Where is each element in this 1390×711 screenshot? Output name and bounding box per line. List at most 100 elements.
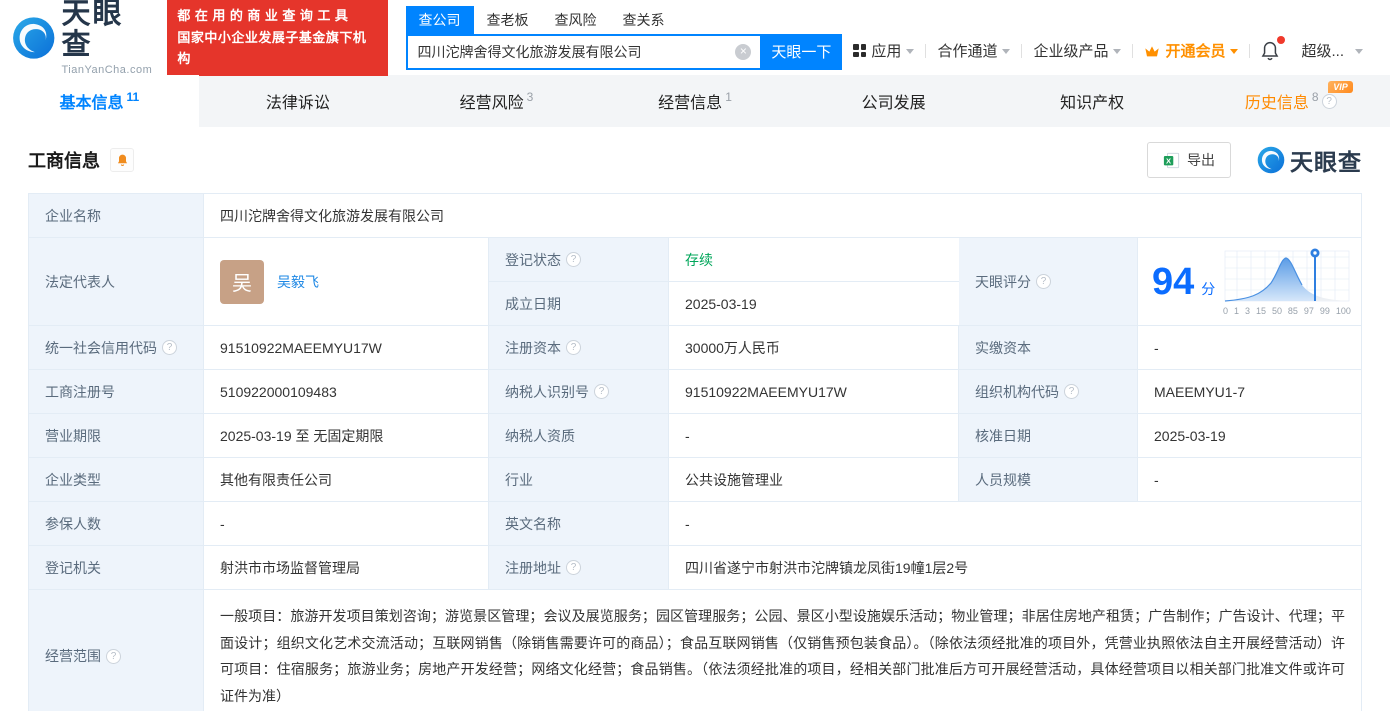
reg-number-value: 510922000109483 — [204, 370, 489, 413]
registry-authority-value: 射洪市市场监督管理局 — [204, 546, 489, 589]
help-icon[interactable]: ? — [1064, 384, 1079, 399]
english-name-value: - — [669, 502, 1361, 545]
table-row: 企业名称 四川沱牌舍得文化旅游发展有限公司 — [29, 194, 1361, 238]
tab-label: 公司发展 — [861, 95, 926, 112]
table-row: 工商注册号 510922000109483 纳税人识别号 ? 91510922M… — [29, 370, 1361, 414]
bell-icon — [117, 154, 127, 166]
help-icon[interactable]: ? — [594, 384, 609, 399]
nav-enterprise-label: 企业级产品 — [1033, 43, 1109, 60]
clear-search-icon[interactable]: × — [735, 43, 752, 60]
score-value: 94 — [1152, 260, 1195, 303]
field-label-wrap: 经营范围 ? — [29, 590, 204, 711]
tab-history-info[interactable]: VIP 历史信息 8 ? — [1191, 75, 1390, 127]
field-label: 行业 — [489, 458, 669, 501]
chevron-down-icon — [1002, 49, 1011, 54]
tab-intellectual-property[interactable]: 知识产权 — [993, 75, 1192, 127]
chevron-down-icon — [1355, 49, 1363, 54]
tab-operating-info[interactable]: 经营信息 1 — [596, 75, 795, 127]
field-label-wrap: 统一社会信用代码 ? — [29, 326, 204, 369]
section-header: 工商信息 X 导出 天眼查 — [28, 127, 1362, 193]
help-icon[interactable]: ? — [566, 560, 581, 575]
tab-count: 11 — [126, 90, 140, 104]
vip-badge: VIP — [1328, 81, 1353, 93]
nav-partner-label: 合作通道 — [937, 43, 998, 60]
nav-partner-channel[interactable]: 合作通道 — [926, 40, 1021, 61]
export-label: 导出 — [1187, 152, 1215, 168]
x-tick: 97 — [1303, 306, 1314, 316]
legal-rep-link[interactable]: 吴毅飞 — [277, 272, 319, 292]
field-label: 实缴资本 — [959, 326, 1138, 369]
section-title: 工商信息 — [28, 151, 100, 171]
tab-legal-proceedings[interactable]: 法律诉讼 — [199, 75, 398, 127]
chevron-down-icon — [906, 49, 915, 54]
tab-label: 经营风险 — [459, 95, 524, 112]
main-content: 工商信息 X 导出 天眼查 企业名称 四川沱牌舍得文化旅游发展有限公司 法定代表… — [0, 127, 1390, 711]
field-label-wrap: 纳税人识别号 ? — [489, 370, 669, 413]
watermark-logo: 天眼查 — [1257, 143, 1362, 177]
notification-bell[interactable] — [1250, 35, 1290, 62]
help-icon[interactable]: ? — [106, 648, 121, 664]
org-code-value: MAEEMYU1-7 — [1138, 370, 1361, 413]
x-tick: 15 — [1255, 306, 1266, 316]
logo-text: 天眼查 — [61, 0, 124, 62]
avatar: 吴 — [220, 259, 264, 304]
nav-apps[interactable]: 应用 — [842, 40, 925, 61]
x-tick: 50 — [1271, 306, 1282, 316]
help-icon[interactable]: ? — [1036, 274, 1051, 289]
search-button[interactable]: 天眼一下 — [760, 33, 843, 70]
search-input[interactable] — [405, 33, 761, 70]
tab-company-development[interactable]: 公司发展 — [794, 75, 993, 127]
establish-date-value: 2025-03-19 — [669, 282, 959, 325]
reg-status-value: 存续 — [669, 238, 959, 281]
nav-enterprise-products[interactable]: 企业级产品 — [1022, 40, 1132, 61]
tab-operating-risk[interactable]: 经营风险 3 — [397, 75, 596, 127]
excel-export-icon: X — [1163, 152, 1180, 168]
nav-open-vip[interactable]: 开通会员 — [1133, 40, 1249, 61]
tab-label: 知识产权 — [1060, 95, 1125, 112]
field-label: 纳税人资质 — [489, 414, 669, 457]
nav-super-account[interactable]: 超级... — [1290, 40, 1374, 61]
field-label: 企业名称 — [29, 194, 204, 237]
score-unit: 分 — [1201, 280, 1216, 297]
tianyancha-swirl-icon — [1257, 146, 1285, 174]
score-distribution-chart: 0 1 3 15 50 85 97 99 100 — [1223, 247, 1351, 316]
bell-curve-chart — [1224, 248, 1350, 302]
search-block: 查公司 查老板 查风险 查关系 × 天眼一下 — [405, 5, 843, 70]
notification-dot — [1277, 35, 1286, 44]
reg-address-value: 四川省遂宁市射洪市沱牌镇龙凤街19幢1层2号 — [669, 546, 1361, 589]
business-term-value: 2025-03-19 至 无固定期限 — [204, 414, 489, 457]
x-tick: 3 — [1244, 306, 1250, 316]
chart-x-axis: 0 1 3 15 50 85 97 99 100 — [1223, 306, 1351, 316]
score-cell: 94 分 0 1 3 15 50 85 97 99 100 — [1138, 238, 1361, 325]
export-button[interactable]: X 导出 — [1147, 142, 1231, 178]
x-tick: 0 — [1223, 306, 1229, 316]
search-tab-risk[interactable]: 查风险 — [542, 6, 610, 34]
help-icon[interactable]: ? — [566, 340, 581, 355]
promo-banner: 都在用的商业查询工具 国家中小企业发展子基金旗下机构 — [167, 0, 388, 76]
help-icon[interactable]: ? — [162, 340, 177, 355]
tab-count: 1 — [725, 90, 732, 104]
table-row: 经营范围 ? 一般项目：旅游开发项目策划咨询；游览景区管理；会议及展览服务；园区… — [29, 590, 1361, 711]
tab-label: 基本信息 — [59, 95, 124, 112]
tab-label: 经营信息 — [658, 95, 723, 112]
insured-count-value: - — [204, 502, 489, 545]
x-tick: 99 — [1319, 306, 1330, 316]
search-tab-company[interactable]: 查公司 — [405, 5, 474, 34]
nav-vip-label: 开通会员 — [1165, 43, 1226, 60]
help-icon[interactable]: ? — [1321, 93, 1337, 109]
help-icon[interactable]: ? — [566, 252, 581, 267]
subscribe-bell-button[interactable] — [110, 148, 134, 172]
field-label-wrap: 组织机构代码 ? — [959, 370, 1138, 413]
search-tab-boss[interactable]: 查老板 — [474, 6, 542, 34]
field-label: 参保人数 — [29, 502, 204, 545]
industry-value: 公共设施管理业 — [669, 458, 959, 501]
table-row: 企业类型 其他有限责任公司 行业 公共设施管理业 人员规模 - — [29, 458, 1361, 502]
tab-basic-info[interactable]: 基本信息 11 — [0, 75, 199, 127]
search-tab-relation[interactable]: 查关系 — [610, 6, 678, 34]
field-label: 企业类型 — [29, 458, 204, 501]
company-name-value: 四川沱牌舍得文化旅游发展有限公司 — [204, 194, 1361, 237]
tianyancha-logo[interactable]: 天眼查 TianYanCha.com — [12, 0, 153, 76]
chevron-down-icon — [1230, 49, 1239, 54]
top-header: 天眼查 TianYanCha.com 都在用的商业查询工具 国家中小企业发展子基… — [0, 0, 1390, 76]
tab-label: 历史信息 — [1244, 95, 1309, 112]
